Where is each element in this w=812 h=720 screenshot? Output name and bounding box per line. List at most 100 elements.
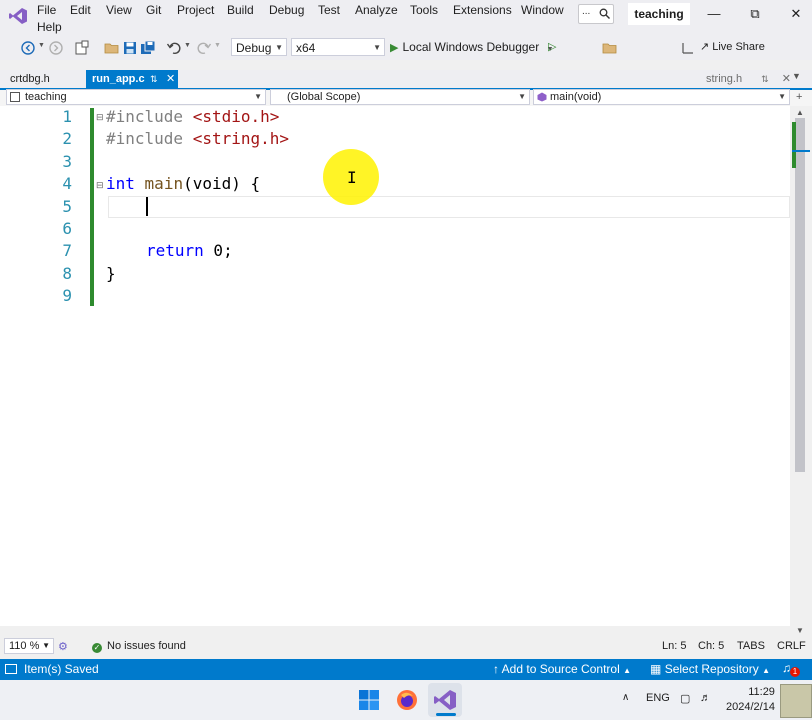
collapse-icon[interactable]: ⊟	[96, 180, 104, 191]
tab-overflow-icon[interactable]: ▼	[792, 71, 801, 81]
line-number: 4	[62, 174, 72, 193]
network-icon[interactable]: ▢	[680, 692, 690, 705]
open-folder-icon[interactable]	[104, 40, 120, 56]
select-repository-button[interactable]: ▦ Select Repository ▲	[650, 662, 770, 676]
menu-extensions[interactable]: Extensions	[453, 3, 512, 17]
collapse-icon[interactable]: ⊟	[96, 112, 104, 123]
menu-git[interactable]: Git	[146, 3, 161, 17]
input-language[interactable]: ENG	[646, 692, 670, 704]
active-app-indicator	[436, 713, 456, 716]
system-clock[interactable]: 11:29 2024/2/14	[726, 685, 775, 715]
tab-label: crtdbg.h	[10, 73, 50, 85]
notification-badge: 1	[790, 667, 800, 677]
live-share-button[interactable]: ↗ Live Share	[700, 40, 765, 53]
add-to-source-control-button[interactable]: ↑ Add to Source Control ▲	[493, 662, 631, 676]
menu-view[interactable]: View	[106, 3, 132, 17]
visual-studio-logo-icon[interactable]	[8, 6, 28, 26]
tab-label: string.h	[706, 73, 743, 85]
navigate-back-icon[interactable]	[20, 40, 36, 56]
menu-project[interactable]: Project	[177, 3, 214, 17]
menu-analyze[interactable]: Analyze	[355, 3, 398, 17]
search-box[interactable]: ...	[578, 4, 614, 24]
new-project-icon[interactable]	[74, 40, 90, 56]
platform-select[interactable]: x64 ▼	[291, 38, 385, 56]
member-value: main(void)	[550, 91, 602, 103]
zoom-select[interactable]: 110 % ▼	[4, 638, 54, 654]
menu-help[interactable]: Help	[37, 20, 62, 34]
start-debugging-button[interactable]: ▶ Local Windows Debugger ▼	[390, 38, 554, 56]
column-indicator[interactable]: Ch: 5	[698, 640, 724, 652]
debugger-label: Local Windows Debugger	[402, 40, 540, 54]
save-all-icon[interactable]	[140, 40, 156, 56]
minimize-icon[interactable]: —	[700, 4, 728, 24]
closing-brace: }	[106, 264, 116, 283]
search-icon	[599, 8, 610, 19]
output-window-icon[interactable]	[5, 663, 17, 675]
chevron-down-icon: ▼	[275, 43, 283, 52]
member-select[interactable]: main(void) ▼	[533, 89, 790, 105]
intellicode-icon[interactable]: ⚙	[58, 640, 68, 653]
split-window-icon[interactable]: +	[796, 91, 802, 103]
notifications-button[interactable]: ♫ 1	[782, 661, 800, 677]
scope-select[interactable]: (Global Scope) ▼	[270, 89, 530, 105]
issues-indicator[interactable]: ✓ No issues found	[92, 640, 186, 653]
close-tab-icon[interactable]: ✕	[782, 73, 791, 85]
back-dropdown-icon[interactable]: ▼	[38, 42, 45, 49]
line-indicator[interactable]: Ln: 5	[662, 640, 686, 652]
scroll-up-icon[interactable]: ▲	[796, 108, 804, 117]
menu-file[interactable]: File	[37, 3, 56, 17]
include-path: <stdio.h>	[192, 107, 280, 126]
change-marker	[792, 122, 796, 168]
solution-name[interactable]: teaching	[628, 3, 690, 25]
pin-icon[interactable]: ⇅	[150, 70, 158, 88]
close-window-icon[interactable]: ✕	[782, 4, 810, 24]
undo-icon[interactable]	[166, 40, 182, 56]
return-value: 0;	[203, 241, 233, 260]
solution-config-value: Debug	[236, 41, 272, 55]
chevron-up-icon[interactable]: ∧	[622, 692, 629, 703]
redo-icon[interactable]	[196, 40, 212, 56]
tab-crtdbg[interactable]: crtdbg.h	[4, 70, 56, 88]
volume-icon[interactable]: ♬	[700, 692, 711, 704]
vertical-scrollbar[interactable]: ▲ ▼	[790, 106, 812, 636]
tab-string[interactable]: string.h ⇅ ✕	[700, 70, 797, 88]
scrollbar-thumb[interactable]	[795, 118, 805, 472]
visual-studio-taskbar-icon[interactable]	[433, 688, 457, 712]
preprocessor-directive: #include	[106, 107, 184, 126]
pin-icon[interactable]: ⇅	[761, 74, 769, 84]
menu-tools[interactable]: Tools	[410, 3, 438, 17]
source-control-label: Add to Source Control	[501, 662, 620, 676]
menu-build[interactable]: Build	[227, 3, 254, 17]
menu-window[interactable]: Window	[521, 3, 564, 17]
ibeam-cursor-icon: I	[347, 168, 357, 187]
windows-start-icon[interactable]	[357, 688, 381, 712]
line-number: 5	[62, 197, 72, 216]
redo-dropdown-icon[interactable]: ▼	[214, 42, 221, 49]
menu-test[interactable]: Test	[318, 3, 340, 17]
chevron-down-icon: ▼	[778, 92, 786, 101]
project-select[interactable]: teaching ▼	[6, 89, 266, 105]
line-ending[interactable]: CRLF	[777, 640, 806, 652]
search-label: ...	[582, 6, 591, 17]
menu-edit[interactable]: Edit	[70, 3, 91, 17]
current-line-highlight	[108, 196, 790, 218]
undo-dropdown-icon[interactable]: ▼	[184, 42, 191, 49]
solution-config-select[interactable]: Debug ▼	[231, 38, 287, 56]
chevron-up-icon: ▲	[623, 666, 632, 675]
toolbar-more-icon[interactable]	[680, 40, 696, 56]
close-tab-icon[interactable]: ✕	[166, 70, 175, 88]
tab-run-app[interactable]: run_app.c ⇅ ✕	[86, 70, 178, 88]
chevron-down-icon: ▼	[518, 92, 526, 101]
restore-icon[interactable]: ⧉	[741, 4, 769, 24]
scroll-down-icon[interactable]: ▼	[796, 626, 804, 635]
menu-debug[interactable]: Debug	[269, 3, 304, 17]
code-line-7: return 0;	[146, 240, 233, 262]
indent-mode[interactable]: TABS	[737, 640, 765, 652]
start-without-debugging-icon[interactable]: ▷	[548, 40, 556, 53]
save-icon[interactable]	[122, 40, 138, 56]
function-signature: (void) {	[183, 174, 261, 193]
firefox-icon[interactable]	[395, 688, 419, 712]
browse-folder-icon[interactable]	[602, 40, 618, 56]
arrow-up-icon: ↑	[493, 662, 499, 676]
navigate-forward-icon[interactable]	[48, 40, 64, 56]
